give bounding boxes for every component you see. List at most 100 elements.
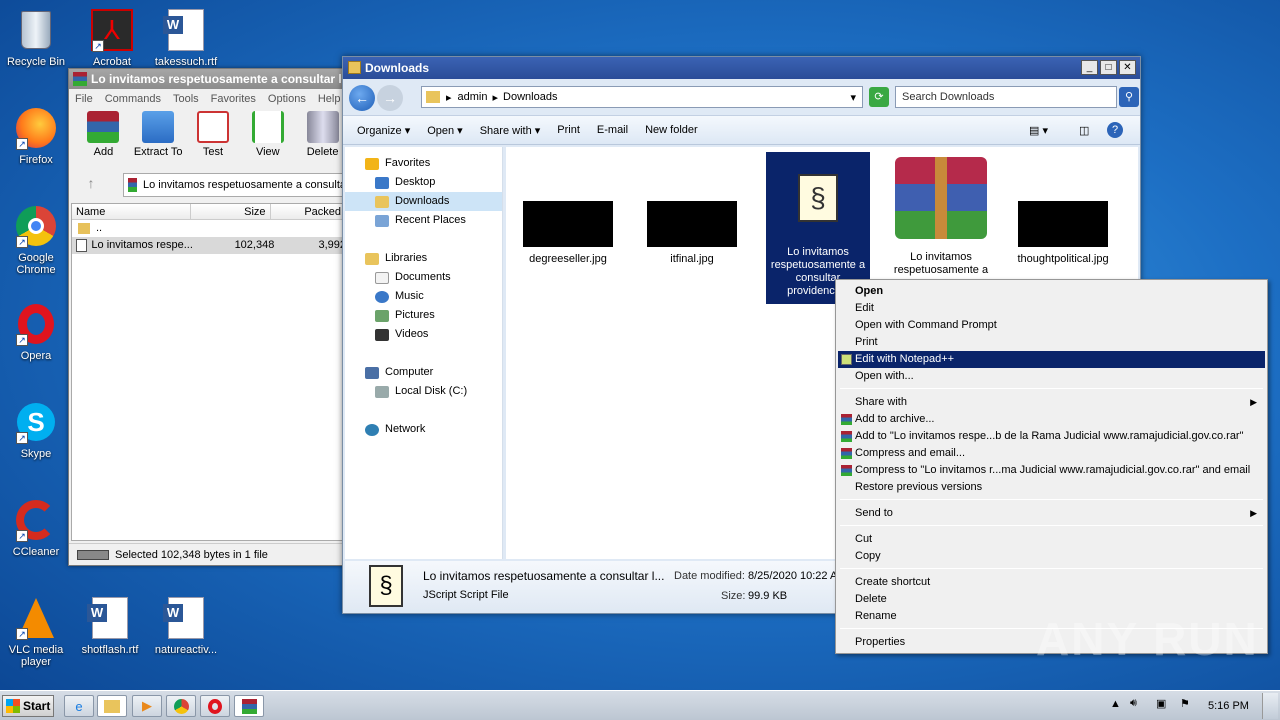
desktop-icon-opera[interactable]: ↗ Opera [3,302,69,362]
word-doc-icon: W [87,596,132,640]
menu-help[interactable]: Help [318,93,341,105]
menu-open[interactable]: Open [838,283,1265,300]
up-folder-button[interactable]: ↑ [79,175,103,195]
desktop-icon-shotflash[interactable]: W shotflash.rtf [77,596,143,656]
help-icon[interactable]: ? [1107,122,1123,138]
nav-videos[interactable]: Videos [375,325,428,344]
taskbar-clock[interactable]: 5:16 PM [1208,700,1249,712]
search-input[interactable]: Search Downloads [895,86,1117,108]
show-desktop-button[interactable] [1262,693,1278,719]
file-item[interactable]: Lo invitamos respetuosamente a [889,157,993,285]
file-item[interactable]: degreeseller.jpg [516,201,620,266]
menu-restore-previous[interactable]: Restore previous versions [838,479,1265,496]
address-bar[interactable]: ▸ admin ▸ Downloads ▾ [421,86,863,108]
menu-create-shortcut[interactable]: Create shortcut [838,574,1265,591]
file-item[interactable]: thoughtpolitical.jpg [1011,201,1115,266]
close-button[interactable]: ✕ [1119,60,1136,75]
menu-copy[interactable]: Copy [838,548,1265,565]
maximize-button[interactable]: □ [1100,60,1117,75]
desktop-icon-skype[interactable]: S ↗ Skype [3,400,69,460]
desktop-icon-firefox[interactable]: ↗ Firefox [3,106,69,166]
menu-edit-notepadpp[interactable]: Edit with Notepad++ [838,351,1265,368]
extract-to-button[interactable]: Extract To [134,109,183,165]
menu-favorites[interactable]: Favorites [211,93,256,105]
taskbar-explorer-button[interactable] [97,695,127,717]
winrar-file-list[interactable]: Name Size Packed .. Lo invitamos respe..… [71,203,347,541]
minimize-button[interactable]: _ [1081,60,1098,75]
view-options-icon[interactable]: ▤ ▾ [1029,124,1048,137]
menu-add-to-archive[interactable]: Add to archive... [838,411,1265,428]
desktop-icon-vlc[interactable]: ↗ VLC media player [3,596,69,668]
nav-local-disk[interactable]: Local Disk (C:) [375,382,467,401]
nav-documents[interactable]: Documents [375,268,451,287]
add-button[interactable]: Add [79,109,128,165]
new-folder-button[interactable]: New folder [645,124,698,136]
menu-add-to-rar[interactable]: Add to "Lo invitamos respe...b de la Ram… [838,428,1265,445]
nav-libraries[interactable]: Libraries [365,249,427,268]
menu-edit[interactable]: Edit [838,300,1265,317]
nav-recent-places[interactable]: Recent Places [375,211,466,230]
network-icon [365,423,379,436]
menu-open-with[interactable]: Open with... [838,368,1265,385]
menu-compress-rar-email[interactable]: Compress to "Lo invitamos r...ma Judicia… [838,462,1265,479]
column-name[interactable]: Name [72,204,192,219]
breadcrumb-downloads[interactable]: Downloads [503,91,557,103]
nav-network[interactable]: Network [365,420,425,439]
desktop-icon-ccleaner[interactable]: ↗ CCleaner [3,498,69,558]
start-button[interactable]: Start [2,695,54,717]
dropdown-arrow-icon[interactable]: ▾ [850,91,856,104]
share-with-button[interactable]: Share with ▾ [480,124,541,137]
print-button[interactable]: Print [557,124,580,136]
menu-share-with[interactable]: Share with ▶ [838,394,1265,411]
tray-flag-icon[interactable]: ⚑ [1180,697,1190,710]
table-row[interactable]: .. [72,220,346,237]
nav-pictures[interactable]: Pictures [375,306,435,325]
breadcrumb-admin[interactable]: admin [458,91,488,103]
tray-show-hidden-icon[interactable]: ▲ [1110,698,1121,710]
organize-button[interactable]: Organize ▾ [357,124,410,137]
column-packed[interactable]: Packed [271,204,347,219]
nav-music[interactable]: Music [375,287,424,306]
menu-compress-email[interactable]: Compress and email... [838,445,1265,462]
desktop-icon-natureactiv[interactable]: W natureactiv... [153,596,219,656]
nav-downloads[interactable]: Downloads [345,192,502,211]
forward-button[interactable]: → [377,85,403,111]
delete-button[interactable]: Delete [298,109,347,165]
desktop-icon-recycle-bin[interactable]: Recycle Bin [3,8,69,68]
nav-favorites[interactable]: Favorites [365,154,430,173]
desktop-icon-takessuch[interactable]: W takessuch.rtf [153,8,219,68]
taskbar-media-player-button[interactable]: ▶ [132,695,162,717]
winrar-window[interactable]: Lo invitamos respetuosamente a consultar… [68,68,348,566]
nav-desktop[interactable]: Desktop [375,173,435,192]
menu-send-to[interactable]: Send to ▶ [838,505,1265,522]
menu-tools[interactable]: Tools [173,93,199,105]
nav-computer[interactable]: Computer [365,363,433,382]
search-icon[interactable]: ⚲ [1119,87,1139,107]
menu-print[interactable]: Print [838,334,1265,351]
open-button[interactable]: Open ▾ [427,124,463,137]
taskbar-opera-button[interactable] [200,695,230,717]
test-button[interactable]: Test [189,109,238,165]
taskbar-ie-button[interactable]: e [64,695,94,717]
file-item[interactable]: itfinal.jpg [640,201,744,266]
back-button[interactable]: ← [349,85,375,111]
desktop-icon-acrobat[interactable]: ⅄ ↗ Acrobat [79,8,145,68]
taskbar-winrar-button[interactable] [234,695,264,717]
menu-file[interactable]: File [75,93,93,105]
view-button[interactable]: View [243,109,292,165]
refresh-button[interactable]: ⟳ [869,87,889,107]
column-size[interactable]: Size [191,204,271,219]
menu-cut[interactable]: Cut [838,531,1265,548]
menu-open-command-prompt[interactable]: Open with Command Prompt [838,317,1265,334]
desktop-icon-chrome[interactable]: ↗ Google Chrome [3,204,69,276]
table-row[interactable]: Lo invitamos respe... 102,348 3,992 [72,237,346,254]
menu-delete[interactable]: Delete [838,591,1265,608]
preview-pane-icon[interactable]: ◫ [1079,124,1089,137]
email-button[interactable]: E-mail [597,124,628,136]
taskbar-chrome-button[interactable] [166,695,196,717]
tray-network-icon[interactable]: ▣ [1156,697,1166,710]
menu-commands[interactable]: Commands [105,93,161,105]
menu-options[interactable]: Options [268,93,306,105]
winrar-path-field[interactable]: Lo invitamos respetuosamente a consulta [123,173,347,197]
tray-volume-icon[interactable]: 🔊︎ [1130,697,1137,710]
